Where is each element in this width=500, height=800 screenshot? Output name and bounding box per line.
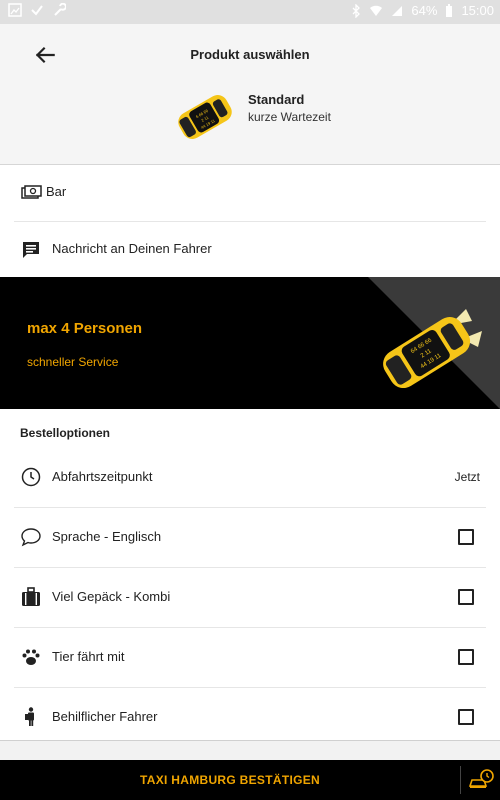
action-divider (460, 766, 461, 794)
battery-icon (446, 3, 453, 17)
payment-method-row[interactable]: Bar (14, 165, 486, 222)
luggage-icon (22, 587, 40, 606)
signal-icon (392, 5, 403, 16)
message-icon (23, 242, 39, 258)
clock-time: 15:00 (461, 3, 494, 18)
order-options-section: Bestelloptionen Abfahrtszeitpunkt Jetzt … (0, 409, 500, 741)
option-label-pet: Tier fährt mit (52, 649, 125, 664)
product-info-banner: max 4 Personen schneller Service 64 66 6… (0, 277, 500, 409)
status-bar: 64% 15:00 (0, 0, 500, 24)
image-notification-icon (8, 3, 22, 17)
driver-message-label: Nachricht an Deinen Fahrer (52, 241, 212, 256)
page-title: Produkt auswählen (190, 47, 310, 62)
ride-settings-list: Bar Nachricht an Deinen Fahrer (0, 165, 500, 278)
departure-time-label: Abfahrtszeitpunkt (52, 469, 153, 484)
driver-message-row[interactable]: Nachricht an Deinen Fahrer (14, 222, 486, 278)
option-label-english: Sprache - Englisch (52, 529, 162, 544)
option-checkbox-helpful-driver[interactable] (458, 709, 474, 725)
departure-time-value: Jetzt (454, 470, 480, 484)
section-title: Bestelloptionen (20, 426, 111, 440)
battery-percent: 64% (411, 3, 438, 18)
confirm-taxi-button[interactable]: TAXI HAMBURG BESTÄTIGEN (0, 760, 460, 800)
option-label-luggage: Viel Gepäck - Kombi (52, 589, 171, 604)
option-checkbox-luggage[interactable] (458, 589, 474, 605)
option-row-english[interactable]: Sprache - Englisch (14, 507, 486, 568)
paw-icon (22, 649, 40, 665)
bluetooth-icon (352, 3, 361, 18)
option-label-helpful-driver: Behilflicher Fahrer (52, 709, 158, 724)
speech-bubble-icon (21, 528, 41, 547)
assistant-person-icon (25, 707, 34, 726)
option-row-pet[interactable]: Tier fährt mit (14, 627, 486, 688)
capacity-text: max 4 Personen (27, 320, 143, 337)
option-checkbox-english[interactable] (458, 529, 474, 545)
clock-icon (21, 467, 41, 487)
option-row-luggage[interactable]: Viel Gepäck - Kombi (14, 567, 486, 628)
payment-method-label: Bar (46, 184, 67, 199)
wifi-icon (370, 5, 383, 16)
taxi-illustration-icon: 64 66 66 2 11 44 19 11 (383, 309, 482, 389)
service-text: schneller Service (27, 355, 119, 369)
product-header: Produkt auswählen 6 66 66 2 11 44 19 11 … (0, 24, 500, 165)
wrench-notification-icon (54, 3, 66, 16)
taxi-car-icon[interactable]: 6 66 66 2 11 44 19 11 (170, 87, 240, 147)
bottom-action-bar: TAXI HAMBURG BESTÄTIGEN (0, 760, 500, 800)
departure-time-row[interactable]: Abfahrtszeitpunkt Jetzt (14, 447, 486, 508)
checkmark-notification-icon (31, 5, 43, 16)
option-checkbox-pet[interactable] (458, 649, 474, 665)
cash-icon (21, 185, 42, 199)
option-row-helpful-driver[interactable]: Behilflicher Fahrer (14, 687, 486, 747)
product-subtitle: kurze Wartezeit (248, 110, 331, 124)
product-name: Standard (248, 92, 305, 107)
schedule-ride-icon[interactable] (468, 768, 494, 792)
